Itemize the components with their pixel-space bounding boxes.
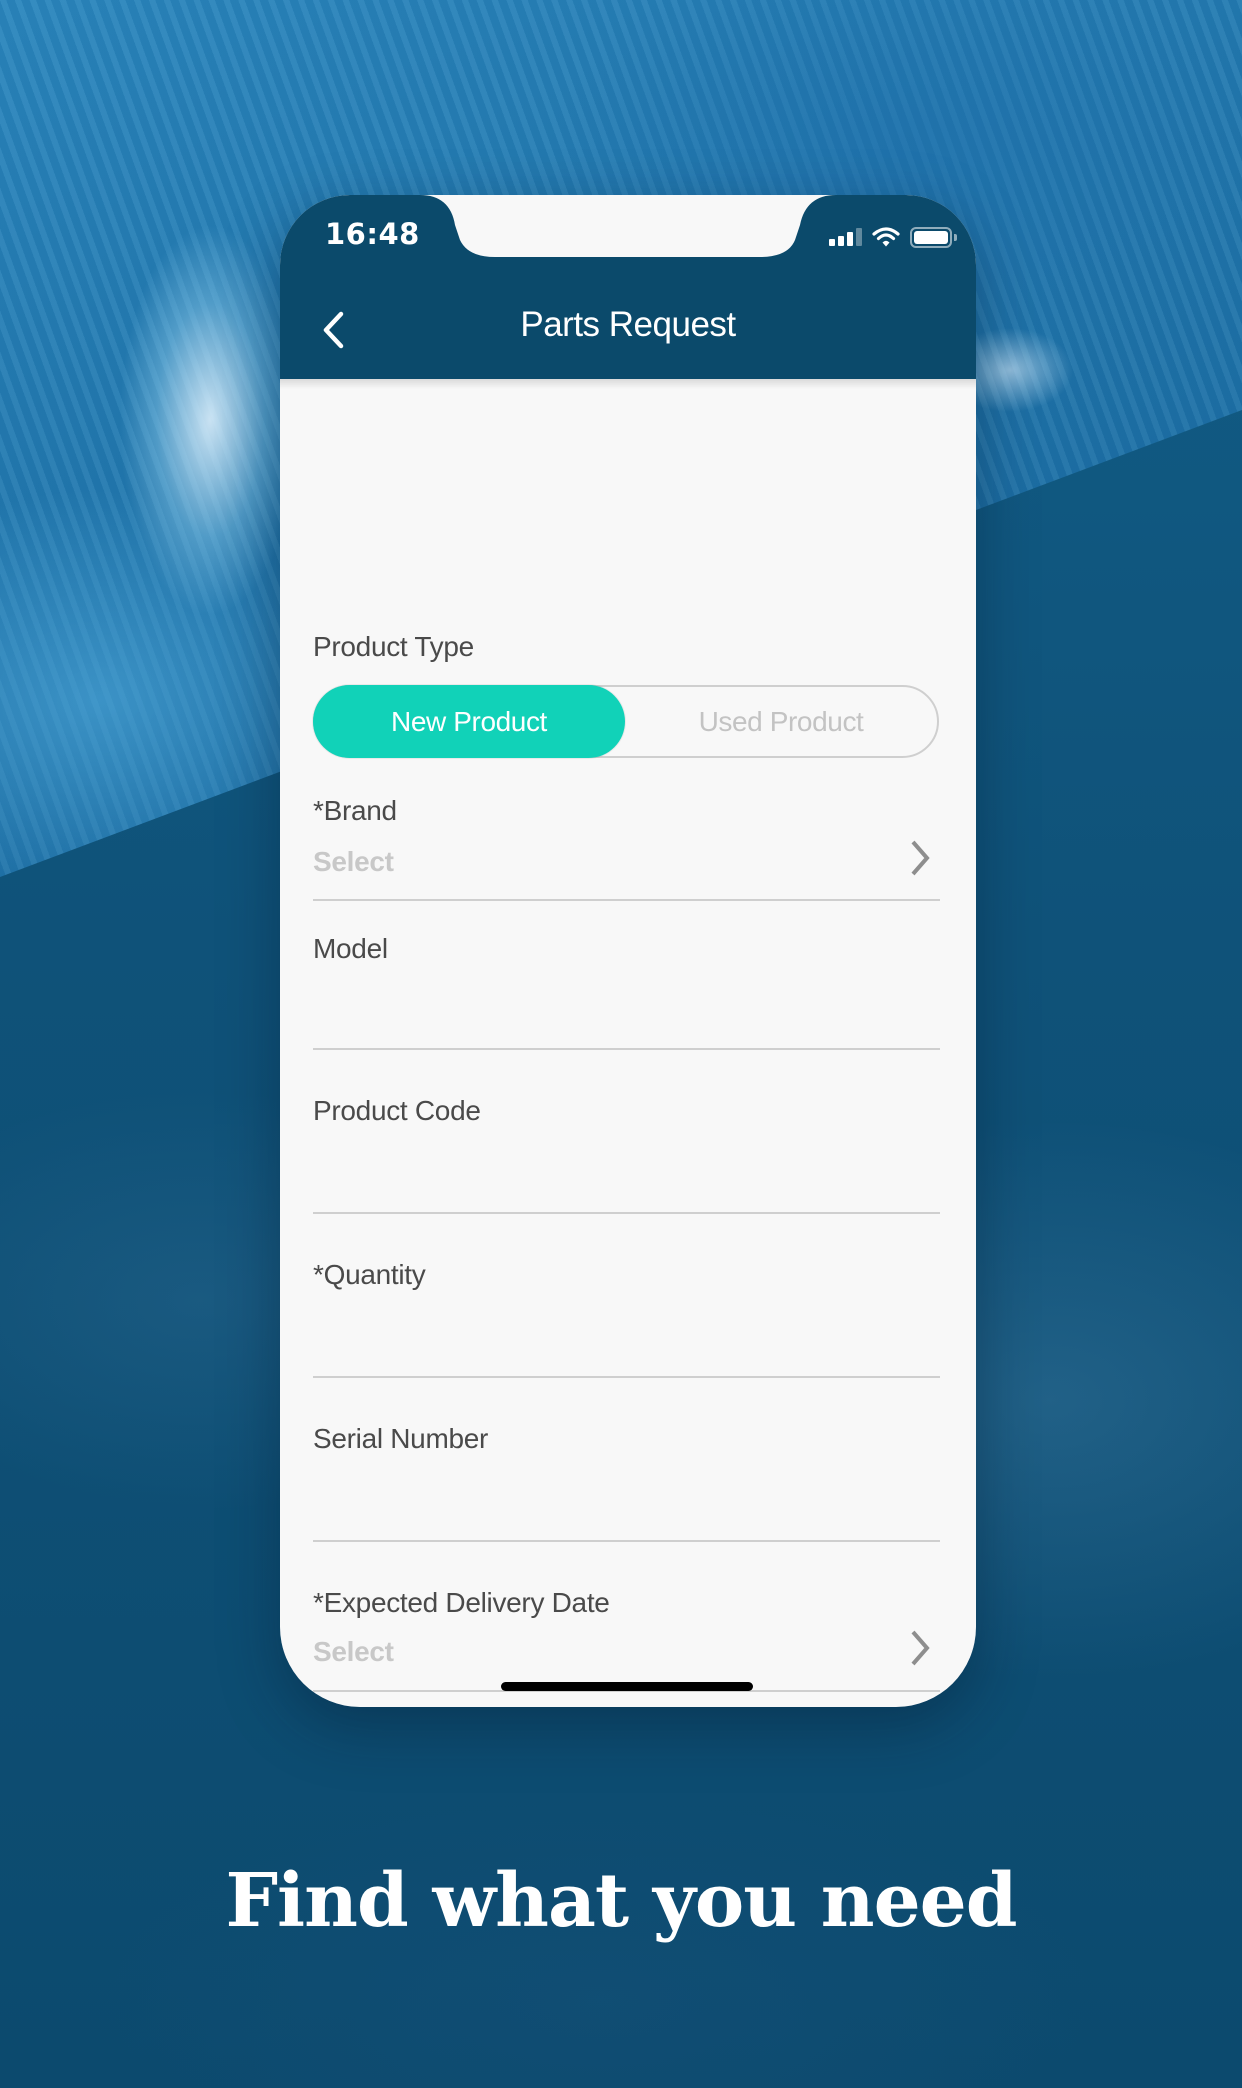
quantity-input[interactable]: *Quantity bbox=[313, 1214, 940, 1376]
expected-delivery-date-placeholder: Select bbox=[313, 1636, 394, 1667]
chevron-right-icon bbox=[911, 840, 930, 876]
expected-delivery-date-select[interactable]: *Expected Delivery Date Select bbox=[313, 1542, 940, 1690]
wifi-icon bbox=[872, 227, 900, 247]
quantity-label: *Quantity bbox=[313, 1259, 426, 1290]
serial-number-input[interactable]: Serial Number bbox=[313, 1378, 940, 1540]
model-label: Model bbox=[313, 933, 388, 964]
battery-icon bbox=[910, 226, 957, 248]
product-type-label: Product Type bbox=[313, 631, 474, 662]
promo-caption: Find what you need bbox=[225, 1858, 1018, 1944]
segment-new-product[interactable]: New Product bbox=[313, 685, 625, 758]
model-input[interactable]: Model bbox=[313, 901, 940, 1047]
phone-mockup: 16:48 Parts Request Product Type New Pro… bbox=[280, 195, 976, 1707]
product-type-segmented-control: New Product Used Product bbox=[313, 685, 939, 758]
page-title: Parts Request bbox=[520, 305, 736, 344]
expected-delivery-date-label: *Expected Delivery Date bbox=[313, 1587, 610, 1618]
chevron-right-icon bbox=[911, 1630, 930, 1666]
brand-select[interactable]: *Brand Select bbox=[313, 784, 940, 900]
header-shadow bbox=[280, 379, 976, 389]
home-indicator bbox=[501, 1682, 753, 1691]
status-icons bbox=[829, 223, 957, 251]
serial-number-label: Serial Number bbox=[313, 1423, 489, 1454]
product-code-label: Product Code bbox=[313, 1095, 481, 1126]
brand-placeholder: Select bbox=[313, 846, 394, 877]
status-time: 16:48 bbox=[325, 217, 420, 251]
remarks-input[interactable]: Remarks bbox=[313, 1692, 940, 1707]
brand-label: *Brand bbox=[313, 795, 397, 826]
signal-icon bbox=[829, 228, 862, 246]
segment-used-product[interactable]: Used Product bbox=[625, 687, 937, 756]
product-code-input[interactable]: Product Code bbox=[313, 1050, 940, 1212]
